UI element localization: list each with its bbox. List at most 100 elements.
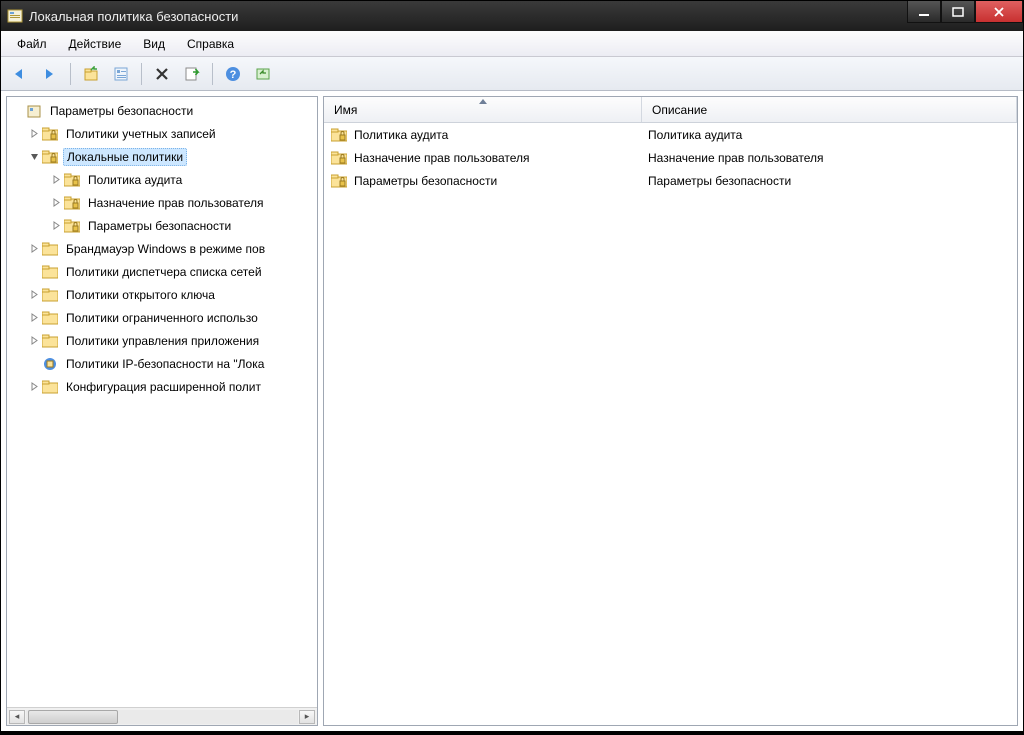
expander-icon[interactable] [27,265,41,279]
chevron-down-icon[interactable] [27,150,41,164]
scroll-thumb[interactable] [28,710,118,724]
list-body: Политика аудита Политика аудита Назначен… [324,123,1017,725]
tree-item-user-rights[interactable]: Назначение прав пользователя [7,191,317,214]
close-button[interactable] [975,1,1023,23]
folder-icon [41,332,59,350]
tree-item-security-options[interactable]: Параметры безопасности [7,214,317,237]
content-area: Параметры безопасности Политики учетных … [1,91,1023,731]
tree-item-ipsec[interactable]: Политики IP-безопасности на "Лока [7,352,317,375]
back-button[interactable] [7,61,33,87]
menu-view[interactable]: Вид [133,34,175,54]
toolbar-separator [141,63,142,85]
chevron-right-icon[interactable] [27,380,41,394]
titlebar[interactable]: Локальная политика безопасности [1,1,1023,31]
list-row[interactable]: Параметры безопасности Параметры безопас… [324,169,1017,192]
tree-item-advanced-audit[interactable]: Конфигурация расширенной полит [7,375,317,398]
tree-item-software-restriction[interactable]: Политики ограниченного использо [7,306,317,329]
tree-item-label: Политики IP-безопасности на "Лока [63,356,267,372]
tree-item-label: Локальные политики [63,148,187,166]
chevron-right-icon[interactable] [49,196,63,210]
list-cell-name: Параметры безопасности [354,174,497,188]
export-button[interactable] [179,61,205,87]
horizontal-scrollbar[interactable]: ◂ ▸ [7,707,317,725]
toolbar: ? [1,57,1023,91]
chevron-right-icon[interactable] [49,219,63,233]
tree-root[interactable]: Параметры безопасности [7,99,317,122]
ipsec-icon [41,355,59,373]
tree-item-label: Политики открытого ключа [63,287,218,303]
column-header-desc-label: Описание [652,103,707,117]
tree-item-audit-policy[interactable]: Политика аудита [7,168,317,191]
scroll-track[interactable] [26,710,298,724]
window-controls [907,1,1023,23]
list-cell-name: Политика аудита [354,128,448,142]
minimize-button[interactable] [907,1,941,23]
folder-lock-icon [330,172,348,190]
chevron-right-icon[interactable] [27,311,41,325]
chevron-right-icon[interactable] [27,242,41,256]
tree-item-label: Политика аудита [85,172,185,188]
svg-text:?: ? [230,69,237,81]
tree-item-account-policies[interactable]: Политики учетных записей [7,122,317,145]
tree-pane: Параметры безопасности Политики учетных … [6,96,318,726]
folder-lock-icon [330,149,348,167]
list-header: Имя Описание [324,97,1017,123]
tree: Параметры безопасности Политики учетных … [7,97,317,707]
chevron-right-icon[interactable] [27,334,41,348]
folder-icon [41,263,59,281]
list-row[interactable]: Политика аудита Политика аудита [324,123,1017,146]
list-cell-desc: Параметры безопасности [648,174,791,188]
tree-item-label: Параметры безопасности [85,218,234,234]
menu-action[interactable]: Действие [59,34,132,54]
refresh-button[interactable] [250,61,276,87]
scroll-right-button[interactable]: ▸ [299,710,315,724]
help-button[interactable]: ? [220,61,246,87]
scroll-left-button[interactable]: ◂ [9,710,25,724]
tree-item-label: Политики учетных записей [63,126,219,142]
tree-root-label: Параметры безопасности [47,103,196,119]
column-header-desc[interactable]: Описание [642,97,1017,122]
list-row[interactable]: Назначение прав пользователя Назначение … [324,146,1017,169]
tree-item-label: Назначение прав пользователя [85,195,267,211]
folder-lock-icon [63,194,81,212]
chevron-right-icon[interactable] [49,173,63,187]
folder-lock-icon [63,171,81,189]
tree-item-label: Политики диспетчера списка сетей [63,264,265,280]
tree-item-local-policies[interactable]: Локальные политики [7,145,317,168]
menu-help[interactable]: Справка [177,34,244,54]
forward-button[interactable] [37,61,63,87]
folder-icon [41,309,59,327]
sort-asc-icon [478,99,488,105]
list-cell-name: Назначение прав пользователя [354,151,530,165]
folder-lock-icon [41,125,59,143]
toolbar-separator [70,63,71,85]
tree-item-firewall[interactable]: Брандмауэр Windows в режиме пов [7,237,317,260]
tree-item-public-key[interactable]: Политики открытого ключа [7,283,317,306]
menu-file[interactable]: Файл [7,34,57,54]
menubar: Файл Действие Вид Справка [1,31,1023,57]
expander-icon[interactable] [11,104,25,118]
tree-item-network-list[interactable]: Политики диспетчера списка сетей [7,260,317,283]
column-header-name[interactable]: Имя [324,97,642,122]
toolbar-separator [212,63,213,85]
properties-button[interactable] [108,61,134,87]
maximize-button[interactable] [941,1,975,23]
app-window: Локальная политика безопасности Файл Дей… [0,0,1024,732]
security-root-icon [25,102,43,120]
tree-item-app-control[interactable]: Политики управления приложения [7,329,317,352]
folder-icon [41,286,59,304]
tree-item-label: Политики управления приложения [63,333,262,349]
folder-lock-icon [63,217,81,235]
tree-item-label: Конфигурация расширенной полит [63,379,264,395]
folder-icon [41,240,59,258]
tree-item-label: Брандмауэр Windows в режиме пов [63,241,268,257]
list-pane: Имя Описание Политика аудита Политика ау… [323,96,1018,726]
expander-icon[interactable] [27,357,41,371]
delete-button[interactable] [149,61,175,87]
folder-lock-icon [330,126,348,144]
chevron-right-icon[interactable] [27,288,41,302]
list-cell-desc: Политика аудита [648,128,742,142]
list-cell-desc: Назначение прав пользователя [648,151,824,165]
up-button[interactable] [78,61,104,87]
chevron-right-icon[interactable] [27,127,41,141]
